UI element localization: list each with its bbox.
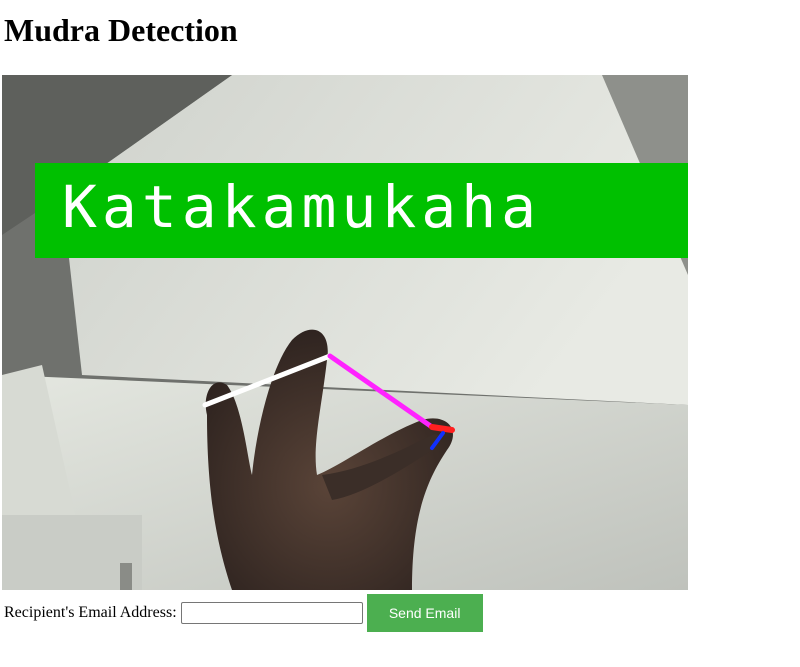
email-form: Recipient's Email Address: Send Email: [4, 594, 483, 632]
email-input[interactable]: [180, 602, 363, 624]
send-email-button[interactable]: Send Email: [366, 594, 483, 632]
webcam-feed: Katakamukaha: [2, 75, 688, 590]
mudra-label: Katakamukaha: [62, 173, 541, 241]
page-title: Mudra Detection: [4, 12, 238, 48]
email-label: Recipient's Email Address:: [4, 604, 177, 621]
